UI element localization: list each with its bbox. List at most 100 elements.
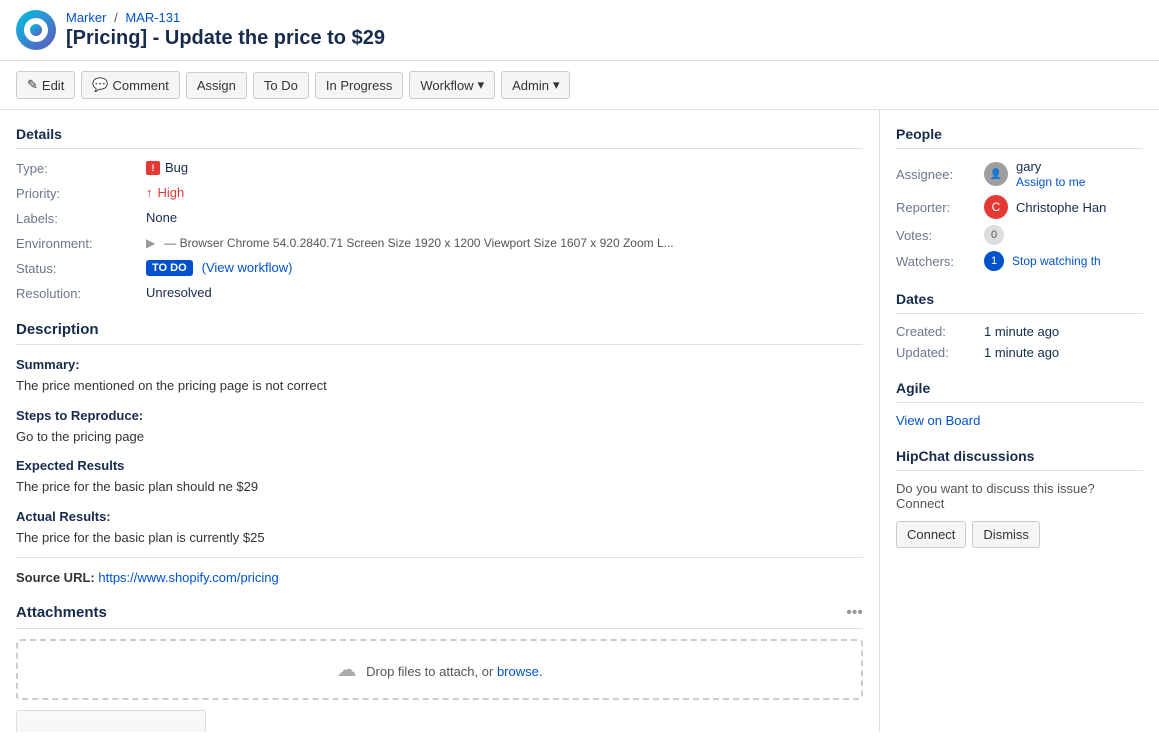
votes-label: Votes:	[896, 228, 976, 243]
summary-text: The price mentioned on the pricing page …	[16, 376, 863, 396]
watchers-label: Watchers:	[896, 254, 976, 269]
priority-label: Priority:	[16, 184, 136, 201]
comment-button[interactable]: 💬 Comment	[81, 71, 180, 99]
in-progress-button[interactable]: In Progress	[315, 72, 403, 99]
assignee-avatar: 👤	[984, 162, 1008, 186]
agile-section: Agile View on Board	[896, 380, 1143, 428]
project-avatar	[16, 10, 56, 50]
breadcrumb: Marker / MAR-131	[66, 10, 385, 25]
hipchat-buttons: Connect Dismiss	[896, 521, 1143, 548]
view-on-board-link[interactable]: View on Board	[896, 413, 980, 428]
breadcrumb-separator: /	[114, 10, 118, 25]
logo-dot	[30, 24, 42, 36]
assign-button[interactable]: Assign	[186, 72, 247, 99]
env-arrow-icon: ▶	[146, 236, 155, 250]
source-link[interactable]: https://www.shopify.com/pricing	[98, 570, 278, 585]
assignee-avatar-icon: 👤	[990, 169, 1002, 180]
project-link[interactable]: Marker	[66, 10, 106, 25]
updated-value: 1 minute ago	[984, 345, 1059, 360]
logo-inner	[24, 18, 48, 42]
votes-row: Votes: 0	[896, 225, 1143, 245]
type-value: ! Bug	[146, 159, 863, 176]
description-section: Description Summary: The price mentioned…	[16, 321, 863, 588]
issue-id-link[interactable]: MAR-131	[125, 10, 180, 25]
steps-heading: Steps to Reproduce:	[16, 408, 863, 423]
priority-value: ↑ High	[146, 184, 863, 201]
env-text-value: — Browser Chrome 54.0.2840.71 Screen Siz…	[164, 236, 673, 250]
bug-icon: !	[146, 161, 160, 175]
source-label: Source URL:	[16, 570, 95, 585]
updated-label: Updated:	[896, 345, 976, 360]
browse-link[interactable]: browse.	[497, 664, 543, 679]
thumb-inner	[17, 711, 205, 733]
stop-watching-link[interactable]: Stop watching th	[1012, 254, 1101, 268]
upload-icon: ☁	[337, 659, 357, 681]
assign-to-me-link[interactable]: Assign to me	[1016, 175, 1085, 189]
priority-text: High	[158, 185, 185, 200]
priority-arrow-icon: ↑	[146, 185, 153, 200]
labels-label: Labels:	[16, 209, 136, 226]
header-info: Marker / MAR-131 [Pricing] - Update the …	[66, 10, 385, 50]
workflow-button[interactable]: Workflow ▾	[409, 71, 495, 99]
assignee-info: gary Assign to me	[1016, 159, 1085, 189]
attachments-header: Attachments •••	[16, 604, 863, 629]
workflow-label: Workflow	[420, 78, 473, 93]
comment-icon: 💬	[92, 77, 108, 93]
connect-button[interactable]: Connect	[896, 521, 966, 548]
details-title: Details	[16, 126, 863, 149]
drop-zone[interactable]: ☁ Drop files to attach, or browse.	[16, 639, 863, 700]
resolution-value: Unresolved	[146, 284, 863, 301]
steps-text: Go to the pricing page	[16, 427, 863, 447]
details-grid: Type: ! Bug Priority: ↑ High Labels: Non…	[16, 159, 863, 301]
dismiss-button[interactable]: Dismiss	[972, 521, 1040, 548]
status-label: Status:	[16, 259, 136, 276]
toolbar: ✎ Edit 💬 Comment Assign To Do In Progres…	[0, 61, 1159, 110]
attachments-section: Attachments ••• ☁ Drop files to attach, …	[16, 604, 863, 733]
labels-value: None	[146, 209, 863, 226]
updated-row: Updated: 1 minute ago	[896, 345, 1143, 360]
drop-text: Drop files to attach, or	[366, 664, 493, 679]
type-text: Bug	[165, 160, 188, 175]
votes-badge: 0	[984, 225, 1004, 245]
summary-heading: Summary:	[16, 357, 863, 372]
status-badge: TO DO	[146, 260, 193, 276]
expected-text: The price for the basic plan should ne $…	[16, 477, 863, 497]
created-row: Created: 1 minute ago	[896, 324, 1143, 339]
view-workflow-link[interactable]: (View workflow)	[202, 260, 293, 275]
watchers-badge: 1	[984, 251, 1004, 271]
in-progress-label: In Progress	[326, 78, 392, 93]
edit-button[interactable]: ✎ Edit	[16, 71, 75, 99]
attachment-thumbnail[interactable]	[16, 710, 206, 733]
thumb-lines	[36, 732, 186, 733]
description-title: Description	[16, 321, 863, 345]
dates-title: Dates	[896, 291, 1143, 314]
todo-button[interactable]: To Do	[253, 72, 309, 99]
assignee-label: Assignee:	[896, 167, 976, 182]
assign-label: Assign	[197, 78, 236, 93]
created-value: 1 minute ago	[984, 324, 1059, 339]
edit-icon: ✎	[27, 77, 38, 93]
environment-label: Environment:	[16, 234, 136, 251]
attachments-menu-button[interactable]: •••	[846, 604, 863, 622]
sidebar: People Assignee: 👤 gary Assign to me Rep…	[879, 110, 1159, 732]
issue-title: [Pricing] - Update the price to $29	[66, 27, 385, 50]
actual-heading: Actual Results:	[16, 509, 863, 524]
top-bar: Marker / MAR-131 [Pricing] - Update the …	[0, 0, 1159, 61]
created-label: Created:	[896, 324, 976, 339]
reporter-name: Christophe Han	[1016, 200, 1106, 215]
main-layout: Details Type: ! Bug Priority: ↑ High Lab…	[0, 110, 1159, 732]
assignee-row: Assignee: 👤 gary Assign to me	[896, 159, 1143, 189]
main-content: Details Type: ! Bug Priority: ↑ High Lab…	[0, 110, 879, 732]
dates-section: Dates Created: 1 minute ago Updated: 1 m…	[896, 291, 1143, 360]
todo-label: To Do	[264, 78, 298, 93]
resolution-label: Resolution:	[16, 284, 136, 301]
admin-button[interactable]: Admin ▾	[501, 71, 570, 99]
people-section: People Assignee: 👤 gary Assign to me Rep…	[896, 126, 1143, 271]
comment-label: Comment	[113, 78, 169, 93]
agile-title: Agile	[896, 380, 1143, 403]
status-value: TO DO (View workflow)	[146, 259, 863, 276]
workflow-chevron-icon: ▾	[478, 77, 485, 93]
actual-text: The price for the basic plan is currentl…	[16, 528, 863, 548]
source-row: Source URL: https://www.shopify.com/pric…	[16, 568, 863, 588]
admin-chevron-icon: ▾	[553, 77, 560, 93]
